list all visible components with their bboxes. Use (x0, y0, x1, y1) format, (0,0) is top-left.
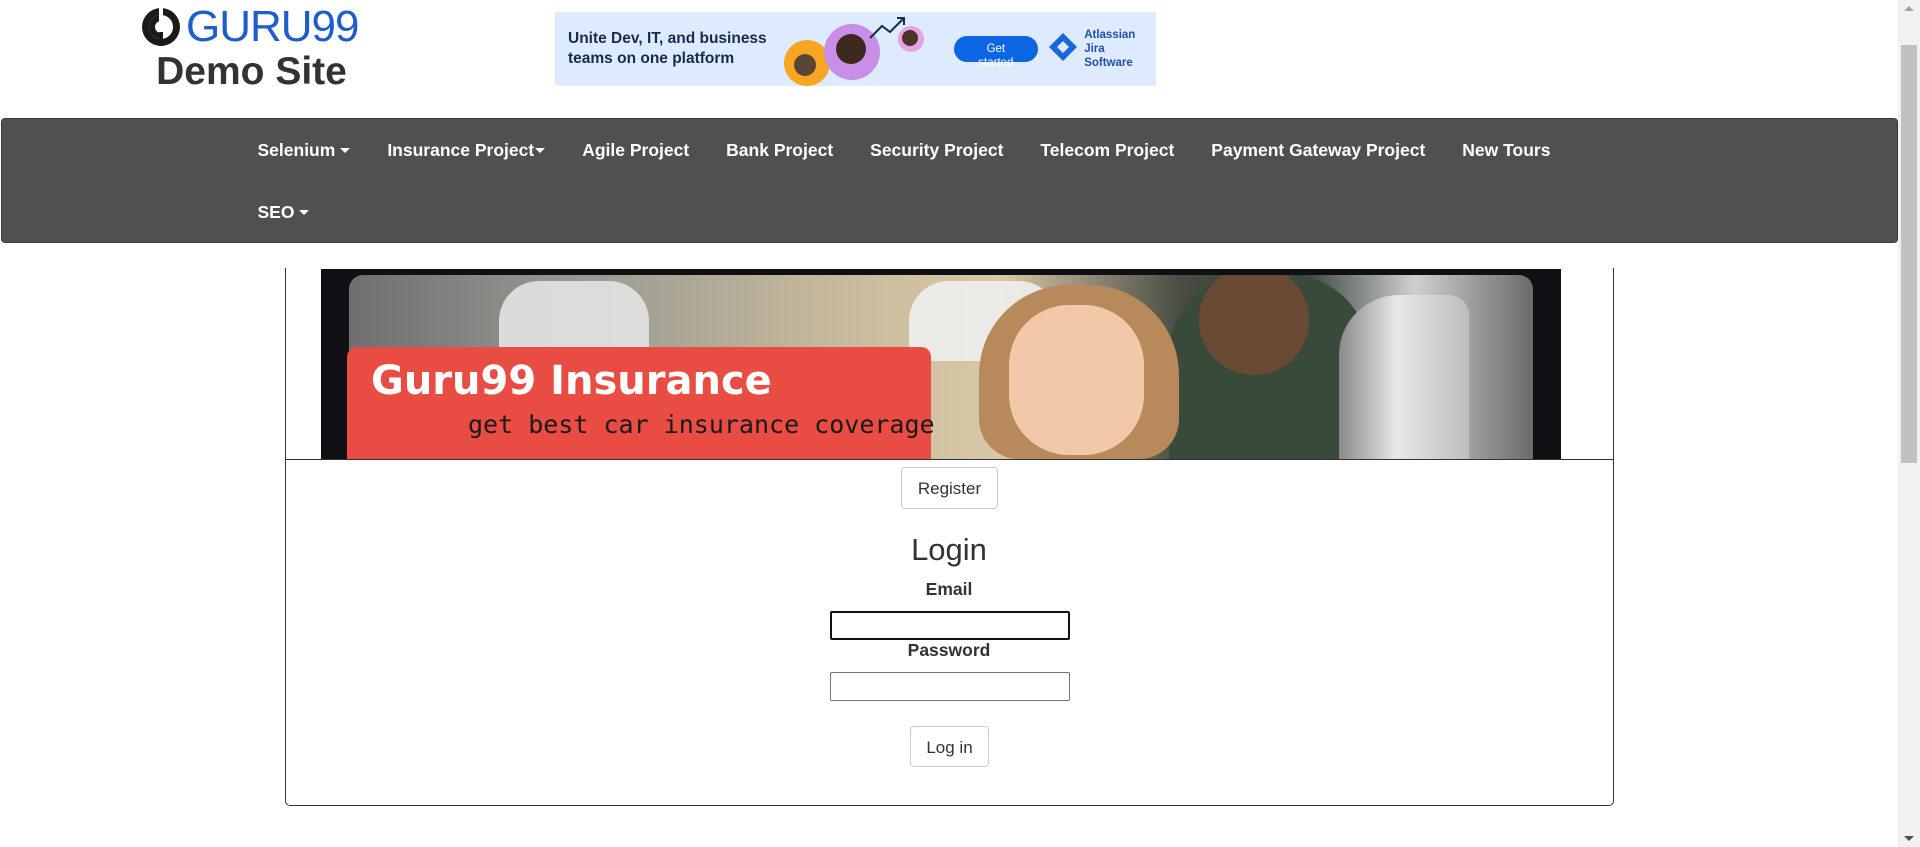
chevron-down-icon (299, 209, 310, 215)
nav-item-label: New Tours (1462, 139, 1551, 160)
trend-arrow-icon (869, 17, 906, 39)
chevron-down-icon (340, 147, 351, 153)
scrollbar-thumb[interactable] (1901, 45, 1917, 463)
ad-brand-line2: Jira Software (1084, 43, 1133, 69)
nav-item-label: Payment Gateway Project (1211, 139, 1426, 160)
password-label: Password (907, 640, 991, 660)
ad-brand[interactable]: Atlassian Jira Software (1048, 28, 1156, 70)
jira-logo-icon (1048, 32, 1078, 67)
nav-item-agile-project[interactable]: Agile Project (564, 140, 708, 161)
login-heading: Login (911, 532, 987, 567)
site-logo[interactable]: GURU99 Demo Site (140, 4, 360, 94)
nav-item-telecom-project[interactable]: Telecom Project (1022, 140, 1193, 161)
guru99-logo-icon (140, 6, 182, 48)
nav-item-seo[interactable]: SEO (239, 202, 328, 223)
nav-item-label: Selenium (257, 139, 336, 160)
hero-banner: Guru99 Insurance get best car insurance … (321, 269, 1561, 459)
logo-text: GURU99 (186, 2, 359, 51)
nav-row-1: Selenium Insurance Project Agile Project… (239, 119, 1569, 181)
ad-headline: Unite Dev, IT, and business teams on one… (568, 30, 767, 67)
ad-get-started-button[interactable]: Get started (953, 36, 1039, 69)
car-seat-right (1339, 295, 1469, 459)
nav-item-payment-gateway-project[interactable]: Payment Gateway Project (1193, 140, 1444, 161)
nav-item-bank-project[interactable]: Bank Project (708, 140, 852, 161)
email-field[interactable] (830, 611, 1070, 640)
nav-item-insurance-project[interactable]: Insurance Project (369, 140, 564, 161)
nav-item-label: Security Project (870, 139, 1004, 160)
nav-row-2: SEO (239, 181, 328, 243)
nav-item-new-tours[interactable]: New Tours (1444, 140, 1569, 161)
ad-banner[interactable]: Unite Dev, IT, and business teams on one… (555, 12, 1156, 86)
site-subtitle: Demo Site (156, 50, 347, 93)
nav-item-label: SEO (257, 201, 295, 222)
email-label: Email (925, 579, 973, 599)
register-button[interactable]: Register (901, 467, 998, 509)
login-button[interactable]: Log in (910, 726, 989, 767)
hero-title: Guru99 Insurance (371, 358, 772, 404)
password-field[interactable] (830, 672, 1070, 701)
nav-item-label: Bank Project (726, 139, 834, 160)
divider (285, 459, 1614, 460)
nav-item-label: Insurance Project (387, 139, 535, 160)
woman-face (1009, 305, 1144, 455)
nav-item-label: Agile Project (582, 139, 690, 160)
ad-people-illustration (782, 12, 931, 86)
vertical-scrollbar[interactable] (1898, 0, 1920, 847)
scroll-down-icon[interactable] (1904, 836, 1914, 841)
scroll-up-icon[interactable] (1904, 6, 1914, 11)
hero-subtitle: get best car insurance coverage (468, 410, 935, 439)
main-navbar: Selenium Insurance Project Agile Project… (1, 118, 1898, 243)
chevron-down-icon (535, 147, 546, 153)
nav-item-label: Telecom Project (1040, 139, 1175, 160)
nav-item-selenium[interactable]: Selenium (239, 140, 369, 161)
ad-brand-line1: Atlassian (1084, 29, 1136, 41)
nav-item-security-project[interactable]: Security Project (852, 140, 1022, 161)
